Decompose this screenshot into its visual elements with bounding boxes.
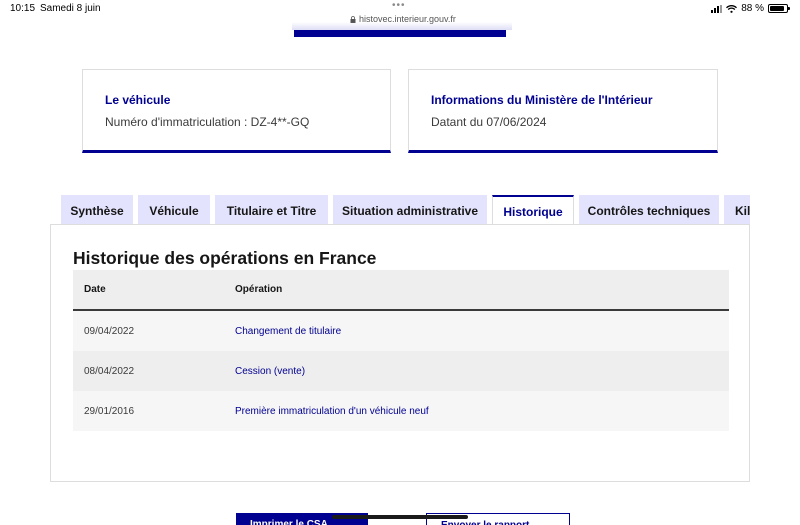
tab-situation-administrative[interactable]: Situation administrative [333,195,487,225]
registration-number: Numéro d'immatriculation : DZ-4**-GQ [105,115,310,129]
historique-title: Historique des opérations en France [73,248,377,268]
tab-kilometrage[interactable]: Kilométrage [724,195,750,225]
vehicle-card-title: Le véhicule [105,93,171,107]
table-body: 09/04/2022 Changement de titulaire 08/04… [73,311,729,431]
column-header-date: Date [84,284,106,295]
tab-vehicule[interactable]: Véhicule [138,195,210,225]
multitasking-dots-icon[interactable]: ••• [392,0,406,11]
status-indicators: 88 % [711,3,790,14]
battery-percentage: 88 % [741,3,764,14]
vehicle-card: Le véhicule Numéro d'immatriculation : D… [82,69,391,153]
tab-titulaire-et-titre[interactable]: Titulaire et Titre [215,195,328,225]
historique-table: Date Opération 09/04/2022 Changement de … [73,270,729,431]
header-accent-bar [294,30,506,37]
row-date: 09/04/2022 [84,325,135,337]
row-operation: Changement de titulaire [235,325,342,337]
battery-level [770,6,785,11]
column-header-operation: Opération [235,284,283,295]
report-tabs: Synthèse Véhicule Titulaire et Titre Sit… [61,195,750,225]
wifi-icon [726,4,738,13]
table-row: 29/01/2016 Première immatriculation d'un… [73,391,729,431]
row-operation: Cession (vente) [235,365,306,377]
row-operation: Première immatriculation d'un véhicule n… [235,405,429,417]
status-date: Samedi 8 juin [40,3,101,14]
table-row: 09/04/2022 Changement de titulaire [73,311,729,351]
tab-synthese[interactable]: Synthèse [61,195,133,225]
historique-panel: Historique des opérations en France Date… [50,224,750,482]
tab-controles-techniques[interactable]: Contrôles techniques [579,195,719,225]
table-row: 08/04/2022 Cession (vente) [73,351,729,391]
address-bar-highlight [292,22,512,30]
battery-icon [768,4,790,13]
status-time: 10:15 [10,3,36,14]
home-indicator[interactable] [332,515,468,519]
row-date: 08/04/2022 [84,365,135,377]
tab-historique[interactable]: Historique [492,195,574,225]
ministry-info-card: Informations du Ministère de l'Intérieur… [408,69,718,153]
table-header: Date Opération [73,270,729,311]
ministry-info-date: Datant du 07/06/2024 [431,115,547,129]
cellular-signal-icon [711,4,723,13]
ministry-info-title: Informations du Ministère de l'Intérieur [431,93,653,107]
row-date: 29/01/2016 [84,405,135,417]
